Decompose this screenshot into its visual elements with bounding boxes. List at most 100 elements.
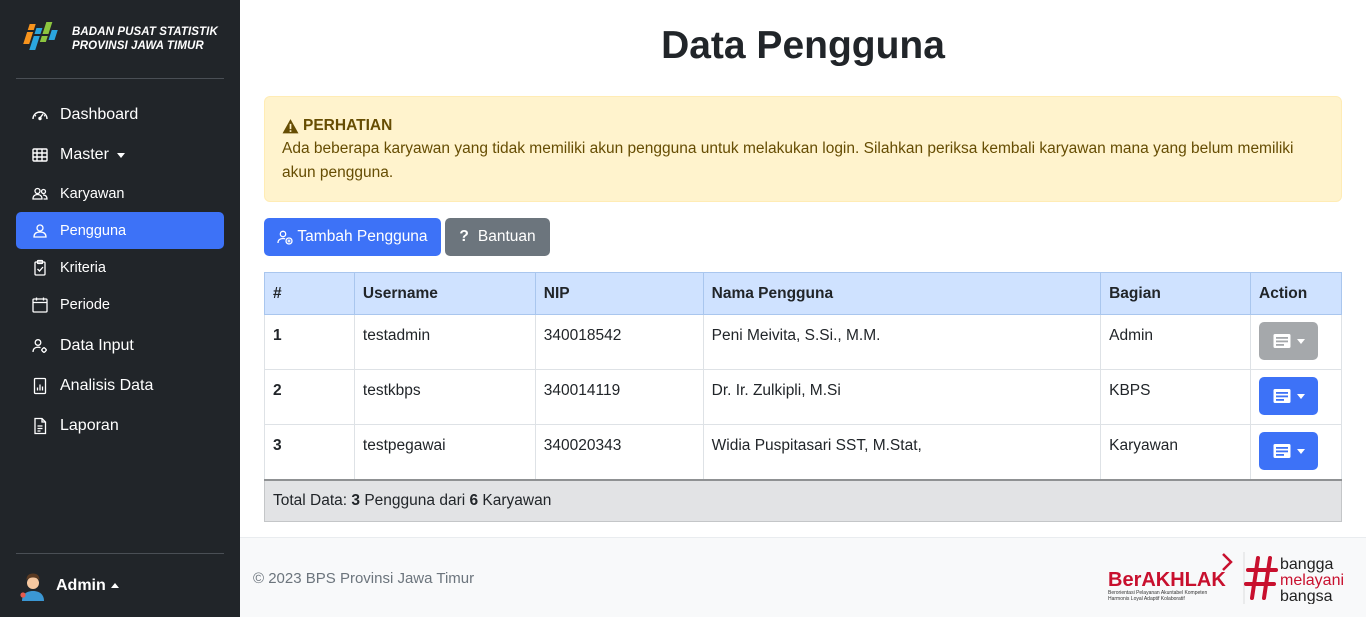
question-icon: ? bbox=[459, 228, 469, 245]
card-list-icon bbox=[1273, 389, 1290, 403]
cell-nama: Widia Puspitasari SST, M.Stat, bbox=[702, 424, 1102, 480]
cell-bagian: Admin bbox=[1100, 314, 1251, 370]
brand-line1: BADAN PUSAT STATISTIK bbox=[72, 26, 218, 38]
sidebar-item-pengguna[interactable]: Pengguna bbox=[16, 212, 224, 249]
table-row: 2 testkbps 340014119 Dr. Ir. Zulkipli, M… bbox=[264, 369, 1342, 425]
action-dropdown-button[interactable] bbox=[1259, 377, 1318, 415]
table-row: 3 testpegawai 340020343 Widia Puspitasar… bbox=[264, 424, 1342, 480]
avatar bbox=[20, 573, 44, 601]
alert-text: Ada beberapa karyawan yang tidak memilik… bbox=[282, 140, 1294, 181]
chevron-down-icon bbox=[116, 152, 125, 158]
cell-bagian: KBPS bbox=[1100, 369, 1251, 425]
document-icon bbox=[31, 417, 49, 435]
total-data: Total Data: 3 Pengguna dari 6 Karyawan bbox=[264, 478, 1342, 522]
cell-username: testadmin bbox=[353, 314, 536, 370]
brand-text: BADAN PUSAT STATISTIK PROVINSI JAWA TIMU… bbox=[72, 25, 218, 53]
alert-title: PERHATIAN bbox=[282, 115, 1324, 137]
sidebar-divider bbox=[16, 78, 224, 79]
calendar-icon bbox=[31, 296, 49, 314]
table-header-row: # Username NIP Nama Pengguna Bagian Acti… bbox=[264, 272, 1342, 315]
bangga-line2: melayani bbox=[1280, 572, 1344, 589]
cell-nip: 340020343 bbox=[534, 424, 704, 480]
people-icon bbox=[31, 185, 49, 203]
sidebar-item-label: Pengguna bbox=[60, 222, 127, 239]
person-icon bbox=[31, 222, 49, 240]
bangga-line3: bangsa bbox=[1280, 588, 1333, 604]
action-dropdown-button[interactable] bbox=[1259, 432, 1318, 470]
card-list-icon bbox=[1273, 334, 1290, 348]
sidebar-item-label: Laporan bbox=[60, 417, 119, 434]
cell-number: 1 bbox=[264, 314, 355, 370]
card-list-icon bbox=[1273, 444, 1290, 458]
chevron-down-icon bbox=[1296, 338, 1305, 344]
col-header-nama: Nama Pengguna bbox=[702, 272, 1102, 315]
sidebar-item-label: Karyawan bbox=[60, 185, 125, 202]
sidebar-item-dashboard[interactable]: Dashboard bbox=[16, 95, 224, 135]
clipboard-check-icon bbox=[31, 259, 49, 277]
sidebar-item-label: Kriteria bbox=[60, 259, 106, 276]
cell-action bbox=[1250, 369, 1342, 425]
sidebar-item-karyawan[interactable]: Karyawan bbox=[16, 175, 224, 212]
total-users-count: 3 bbox=[351, 491, 361, 509]
bar-chart-file-icon bbox=[31, 377, 49, 395]
person-gear-icon bbox=[31, 337, 49, 355]
col-header-bagian: Bagian bbox=[1100, 272, 1251, 315]
table-icon bbox=[31, 146, 49, 164]
col-header-username: Username bbox=[353, 272, 536, 315]
copyright: © 2023 BPS Provinsi Jawa Timur bbox=[253, 570, 475, 587]
brand[interactable]: BADAN PUSAT STATISTIK PROVINSI JAWA TIMU… bbox=[0, 0, 240, 78]
warning-alert: PERHATIAN Ada beberapa karyawan yang tid… bbox=[264, 96, 1342, 202]
table-row: 1 testadmin 340018542 Peni Meivita, S.Si… bbox=[264, 314, 1342, 370]
sidebar-item-periode[interactable]: Periode bbox=[16, 286, 224, 323]
add-user-button[interactable]: Tambah Pengguna bbox=[264, 218, 441, 256]
bangga-line1: bangga bbox=[1280, 556, 1333, 573]
total-employees-count: 6 bbox=[469, 491, 479, 509]
bangga-melayani-bangsa-logo: bangga melayani bangsa bbox=[1243, 552, 1344, 604]
help-button[interactable]: ? Bantuan bbox=[445, 218, 550, 256]
alert-title-text: PERHATIAN bbox=[303, 117, 393, 134]
sidebar-nav: Dashboard Master Karyawan Pengguna Krite… bbox=[16, 95, 224, 446]
cell-number: 2 bbox=[264, 369, 355, 425]
chevron-down-icon bbox=[1296, 393, 1305, 399]
table-footer-row: Total Data: 3 Pengguna dari 6 Karyawan bbox=[264, 478, 1342, 522]
cell-username: testpegawai bbox=[353, 424, 536, 480]
berakhlak-text: BerAKHLAK bbox=[1108, 569, 1226, 591]
sidebar-item-label: Dashboard bbox=[60, 106, 139, 123]
berakhlak-tagline-2: Harmonis Loyal Adaptif Kolaboratif bbox=[1108, 596, 1185, 602]
main-content: Data Pengguna PERHATIAN Ada beberapa kar… bbox=[240, 0, 1366, 537]
users-table: # Username NIP Nama Pengguna Bagian Acti… bbox=[264, 272, 1342, 522]
sidebar-item-label: Master bbox=[60, 146, 109, 163]
page-title: Data Pengguna bbox=[661, 24, 945, 67]
total-middle: Pengguna dari bbox=[360, 491, 470, 509]
cell-nama: Peni Meivita, S.Si., M.M. bbox=[702, 314, 1102, 370]
sidebar-item-label: Periode bbox=[60, 296, 110, 313]
action-dropdown-button[interactable] bbox=[1259, 322, 1318, 360]
col-header-nip: NIP bbox=[534, 272, 704, 315]
sidebar-item-laporan[interactable]: Laporan bbox=[16, 406, 224, 446]
cell-number: 3 bbox=[264, 424, 355, 480]
warning-triangle-icon bbox=[282, 118, 299, 133]
speedometer-icon bbox=[31, 106, 49, 124]
sidebar-item-label: Analisis Data bbox=[60, 377, 154, 394]
cell-bagian: Karyawan bbox=[1100, 424, 1251, 480]
sidebar-item-master[interactable]: Master bbox=[16, 135, 224, 175]
cell-nama: Dr. Ir. Zulkipli, M.Si bbox=[702, 369, 1102, 425]
user-name: Admin bbox=[56, 576, 106, 594]
col-header-number: # bbox=[264, 272, 355, 315]
help-label: Bantuan bbox=[477, 228, 536, 245]
sidebar-item-analisis-data[interactable]: Analisis Data bbox=[16, 366, 224, 406]
sidebar-item-kriteria[interactable]: Kriteria bbox=[16, 249, 224, 286]
sidebar-item-data-input[interactable]: Data Input bbox=[16, 326, 224, 366]
page-footer: © 2023 BPS Provinsi Jawa Timur BerAKHLAK… bbox=[240, 537, 1366, 617]
chevron-down-icon bbox=[1296, 448, 1305, 454]
cell-action bbox=[1250, 314, 1342, 370]
user-menu[interactable]: Admin bbox=[0, 554, 240, 617]
berakhlak-logo: BerAKHLAK Berorientasi Pelayanan Akuntab… bbox=[1108, 553, 1233, 602]
col-header-action: Action bbox=[1250, 272, 1342, 315]
cell-nip: 340018542 bbox=[534, 314, 704, 370]
chevron-up-icon bbox=[110, 583, 119, 588]
sidebar-item-label: Data Input bbox=[60, 337, 134, 354]
cell-username: testkbps bbox=[353, 369, 536, 425]
brand-line2: PROVINSI JAWA TIMUR bbox=[72, 40, 204, 52]
cell-nip: 340014119 bbox=[534, 369, 704, 425]
